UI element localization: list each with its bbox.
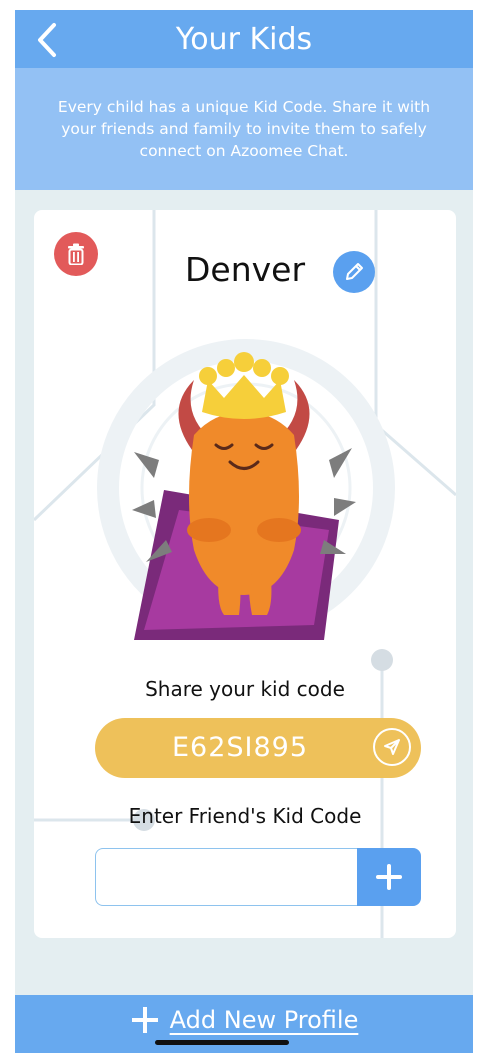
info-banner-text: Every child has a unique Kid Code. Share… <box>57 98 431 160</box>
friend-code-input[interactable] <box>95 848 357 906</box>
add-friend-button[interactable] <box>357 848 421 906</box>
share-code-label: Share your kid code <box>145 677 345 701</box>
plus-icon <box>376 864 402 890</box>
kid-code: E62SI895 <box>171 732 309 763</box>
back-button[interactable] <box>27 20 67 60</box>
send-icon <box>373 728 411 766</box>
pencil-icon <box>346 263 363 280</box>
home-indicator[interactable] <box>155 1040 289 1045</box>
friend-code-label: Enter Friend's Kid Code <box>128 804 362 828</box>
kid-name-row: Denver <box>34 250 456 293</box>
plus-icon <box>131 1007 158 1033</box>
kid-avatar <box>132 352 356 640</box>
kids-screen: Your Kids Every child has a unique Kid C… <box>15 10 473 1053</box>
add-profile-content: Add New Profile <box>130 1005 359 1035</box>
page-title: Your Kids <box>175 21 313 57</box>
kid-name: Denver <box>184 250 306 289</box>
kid-profile-card: Denver Share your kid code E62SI895 Ente… <box>34 210 456 938</box>
header-bar: Your Kids <box>15 10 473 68</box>
chevron-left-icon <box>38 23 56 57</box>
add-profile-label: Add New Profile <box>169 1006 359 1034</box>
info-banner: Every child has a unique Kid Code. Share… <box>15 68 473 190</box>
edit-name-button[interactable] <box>333 251 375 293</box>
share-code-button[interactable]: E62SI895 <box>95 718 421 778</box>
